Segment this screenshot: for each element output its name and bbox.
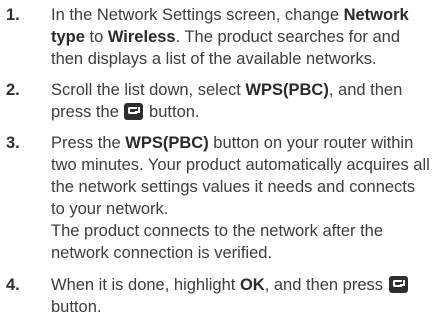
step-text-segment: network connection is verified. [51,244,273,262]
step-text-segment: , and then press [264,276,388,294]
step-text: In the Network Settings screen, change N… [51,4,440,70]
step-text-segment: Scroll the list down, select [51,81,246,99]
step-text-segment: . The product searches for and [175,28,401,46]
step-text-segment: button. [51,298,102,316]
step-text-segment: Press the [51,134,126,152]
step-number: 2. [6,81,20,99]
step-text-segment: In the Network Settings screen, change [51,6,344,24]
step-text: When it is done, highlight OK, and then … [51,274,440,318]
step-text-segment: , and then [328,81,403,99]
ui-term: type [51,28,85,46]
step-text-segment: The product connects to the network afte… [51,222,384,240]
ui-term: Wireless [107,28,176,46]
enter-button-icon [388,276,408,293]
step-text-segment: two minutes. Your product automatically … [51,156,430,174]
step-text: Scroll the list down, select WPS(PBC), a… [51,79,440,123]
step-number: 4. [6,276,20,294]
step-text-segment: button on your router within [208,134,414,152]
ui-term: WPS(PBC) [125,134,209,152]
step-text-segment: to your network. [51,200,169,218]
enter-button-icon [124,103,144,120]
step-number: 3. [6,134,20,152]
step-text-segment: When it is done, highlight [51,276,240,294]
step-text: Press the WPS(PBC) button on your router… [51,132,440,264]
step-text-segment: press the [51,103,124,121]
step-number: 1. [6,6,20,24]
ui-term: OK [239,276,265,294]
step-text-segment: to [84,28,108,46]
step-text-segment: the network settings values it needs and… [51,178,416,196]
ui-term: WPS(PBC) [245,81,329,99]
ui-term: Network [343,6,409,24]
instruction-steps: 1. In the Network Settings screen, chang… [0,0,448,322]
step-text-segment: then displays a list of the available ne… [51,50,377,68]
step-text-segment: button. [144,103,200,121]
